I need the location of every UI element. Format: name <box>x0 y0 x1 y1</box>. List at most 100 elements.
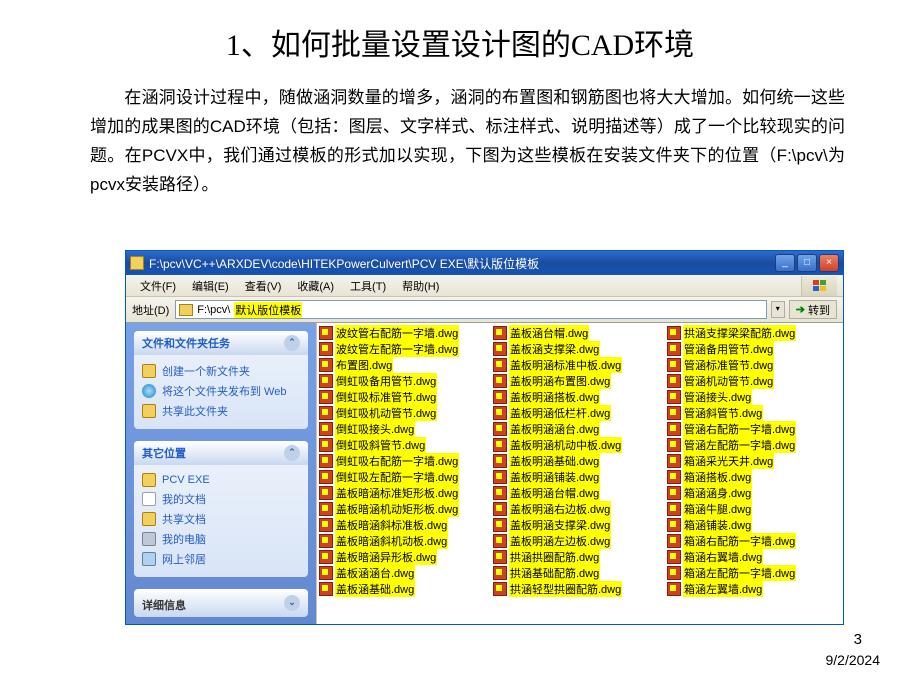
file-item[interactable]: 盖板明涵涵台.dwg <box>491 421 665 437</box>
dwg-file-icon <box>667 454 681 468</box>
titlebar[interactable]: F:\pcv\VC++\ARXDEV\code\HITEKPowerCulver… <box>126 251 843 275</box>
task-new-folder[interactable]: 创建一个新文件夹 <box>142 361 300 381</box>
file-column-1: 波纹管右配筋一字墙.dwg波纹管左配筋一字墙.dwg布置图.dwg倒虹吸备用管节… <box>317 323 491 624</box>
file-item[interactable]: 倒虹吸机动管节.dwg <box>317 405 491 421</box>
file-item[interactable]: 管涵机动管节.dwg <box>665 373 839 389</box>
file-item[interactable]: 倒虹吸斜管节.dwg <box>317 437 491 453</box>
file-item[interactable]: 箱涵左翼墙.dwg <box>665 581 839 597</box>
dwg-file-icon <box>493 518 507 532</box>
file-item[interactable]: 盖板涵基础.dwg <box>317 581 491 597</box>
task-share-folder[interactable]: 共享此文件夹 <box>142 401 300 421</box>
file-item[interactable]: 箱涵牛腿.dwg <box>665 501 839 517</box>
menu-tools[interactable]: 工具(T) <box>342 276 394 296</box>
expand-icon[interactable]: ⌄ <box>284 595 300 611</box>
file-item[interactable]: 波纹管左配筋一字墙.dwg <box>317 341 491 357</box>
sidebar-tasks-header[interactable]: 文件和文件夹任务 ⌃ <box>134 331 308 355</box>
file-item[interactable]: 盖板明涵机动中板.dwg <box>491 437 665 453</box>
other-my-documents[interactable]: 我的文档 <box>142 489 300 509</box>
sidebar-panel-tasks: 文件和文件夹任务 ⌃ 创建一个新文件夹 将这个文件夹发布到 Web 共享此文件夹 <box>134 331 308 429</box>
file-item[interactable]: 盖板明涵基础.dwg <box>491 453 665 469</box>
file-name: 拱涵轻型拱圈配筋.dwg <box>509 581 622 597</box>
file-item[interactable]: 拱涵支撑梁梁配筋.dwg <box>665 325 839 341</box>
file-item[interactable]: 箱涵铺装.dwg <box>665 517 839 533</box>
file-name: 盖板明涵台帽.dwg <box>509 485 600 501</box>
dwg-file-icon <box>667 518 681 532</box>
file-item[interactable]: 倒虹吸接头.dwg <box>317 421 491 437</box>
maximize-button[interactable]: □ <box>797 254 817 272</box>
address-input[interactable]: F:\pcv\默认版位模板 <box>175 300 767 319</box>
address-dropdown-icon[interactable]: ▾ <box>771 301 785 318</box>
collapse-icon[interactable]: ⌃ <box>284 445 300 461</box>
file-name: 盖板明涵铺装.dwg <box>509 469 600 485</box>
file-item[interactable]: 布置图.dwg <box>317 357 491 373</box>
file-item[interactable]: 盖板明涵搭板.dwg <box>491 389 665 405</box>
file-item[interactable]: 管涵斜管节.dwg <box>665 405 839 421</box>
file-list[interactable]: 波纹管右配筋一字墙.dwg波纹管左配筋一字墙.dwg布置图.dwg倒虹吸备用管节… <box>316 323 843 624</box>
file-item[interactable]: 拱涵轻型拱圈配筋.dwg <box>491 581 665 597</box>
file-item[interactable]: 箱涵右翼墙.dwg <box>665 549 839 565</box>
menu-view[interactable]: 查看(V) <box>237 276 290 296</box>
file-item[interactable]: 盖板明涵铺装.dwg <box>491 469 665 485</box>
close-button[interactable]: × <box>819 254 839 272</box>
other-network[interactable]: 网上邻居 <box>142 549 300 569</box>
file-item[interactable]: 倒虹吸备用管节.dwg <box>317 373 491 389</box>
file-item[interactable]: 箱涵右配筋一字墙.dwg <box>665 533 839 549</box>
file-item[interactable]: 倒虹吸标准管节.dwg <box>317 389 491 405</box>
other-shared-docs[interactable]: 共享文档 <box>142 509 300 529</box>
file-item[interactable]: 盖板暗涵机动矩形板.dwg <box>317 501 491 517</box>
file-item[interactable]: 盖板明涵标准中板.dwg <box>491 357 665 373</box>
file-item[interactable]: 箱涵搭板.dwg <box>665 469 839 485</box>
file-item[interactable]: 盖板明涵右边板.dwg <box>491 501 665 517</box>
file-item[interactable]: 盖板涵支撑梁.dwg <box>491 341 665 357</box>
file-item[interactable]: 盖板明涵布置图.dwg <box>491 373 665 389</box>
minimize-button[interactable]: _ <box>775 254 795 272</box>
file-item[interactable]: 波纹管右配筋一字墙.dwg <box>317 325 491 341</box>
dwg-file-icon <box>667 342 681 356</box>
file-item[interactable]: 箱涵涵身.dwg <box>665 485 839 501</box>
dwg-file-icon <box>667 358 681 372</box>
file-item[interactable]: 盖板暗涵异形板.dwg <box>317 549 491 565</box>
dwg-file-icon <box>667 438 681 452</box>
sidebar-other-header[interactable]: 其它位置 ⌃ <box>134 441 308 465</box>
address-path-highlight: 默认版位模板 <box>234 302 302 318</box>
file-item[interactable]: 盖板涵台帽.dwg <box>491 325 665 341</box>
file-item[interactable]: 倒虹吸左配筋一字墙.dwg <box>317 469 491 485</box>
file-item[interactable]: 管涵左配筋一字墙.dwg <box>665 437 839 453</box>
file-name: 盖板暗涵异形板.dwg <box>335 549 437 565</box>
file-item[interactable]: 管涵备用管节.dwg <box>665 341 839 357</box>
file-item[interactable]: 盖板暗涵标准矩形板.dwg <box>317 485 491 501</box>
file-item[interactable]: 拱涵基础配筋.dwg <box>491 565 665 581</box>
go-button[interactable]: ➔ 转到 <box>789 300 837 319</box>
menu-favorites[interactable]: 收藏(A) <box>289 276 342 296</box>
file-item[interactable]: 盖板明涵台帽.dwg <box>491 485 665 501</box>
file-item[interactable]: 管涵标准管节.dwg <box>665 357 839 373</box>
file-name: 箱涵右配筋一字墙.dwg <box>683 533 796 549</box>
file-item[interactable]: 盖板明涵支撑梁.dwg <box>491 517 665 533</box>
file-name: 波纹管左配筋一字墙.dwg <box>335 341 459 357</box>
file-item[interactable]: 盖板明涵低栏杆.dwg <box>491 405 665 421</box>
other-pcv-exe[interactable]: PCV EXE <box>142 471 300 489</box>
windows-logo-icon <box>801 276 837 296</box>
file-item[interactable]: 管涵右配筋一字墙.dwg <box>665 421 839 437</box>
task-publish-web[interactable]: 将这个文件夹发布到 Web <box>142 381 300 401</box>
file-item[interactable]: 盖板暗涵斜机动板.dwg <box>317 533 491 549</box>
dwg-file-icon <box>667 406 681 420</box>
file-item[interactable]: 盖板暗涵斜标准板.dwg <box>317 517 491 533</box>
file-item[interactable]: 管涵接头.dwg <box>665 389 839 405</box>
file-name: 管涵右配筋一字墙.dwg <box>683 421 796 437</box>
go-arrow-icon: ➔ <box>796 303 805 316</box>
collapse-icon[interactable]: ⌃ <box>284 335 300 351</box>
file-item[interactable]: 拱涵拱圈配筋.dwg <box>491 549 665 565</box>
file-item[interactable]: 盖板明涵左边板.dwg <box>491 533 665 549</box>
file-item[interactable]: 倒虹吸右配筋一字墙.dwg <box>317 453 491 469</box>
file-item[interactable]: 箱涵左配筋一字墙.dwg <box>665 565 839 581</box>
other-my-computer[interactable]: 我的电脑 <box>142 529 300 549</box>
menu-file[interactable]: 文件(F) <box>132 276 184 296</box>
menu-help[interactable]: 帮助(H) <box>394 276 447 296</box>
menu-edit[interactable]: 编辑(E) <box>184 276 237 296</box>
address-bar: 地址(D) F:\pcv\默认版位模板 ▾ ➔ 转到 <box>126 297 843 323</box>
file-item[interactable]: 箱涵采光天井.dwg <box>665 453 839 469</box>
file-item[interactable]: 盖板涵涵台.dwg <box>317 565 491 581</box>
sidebar-details-header[interactable]: 详细信息 ⌄ <box>134 589 308 617</box>
page-date: 9/2/2024 <box>826 652 881 668</box>
